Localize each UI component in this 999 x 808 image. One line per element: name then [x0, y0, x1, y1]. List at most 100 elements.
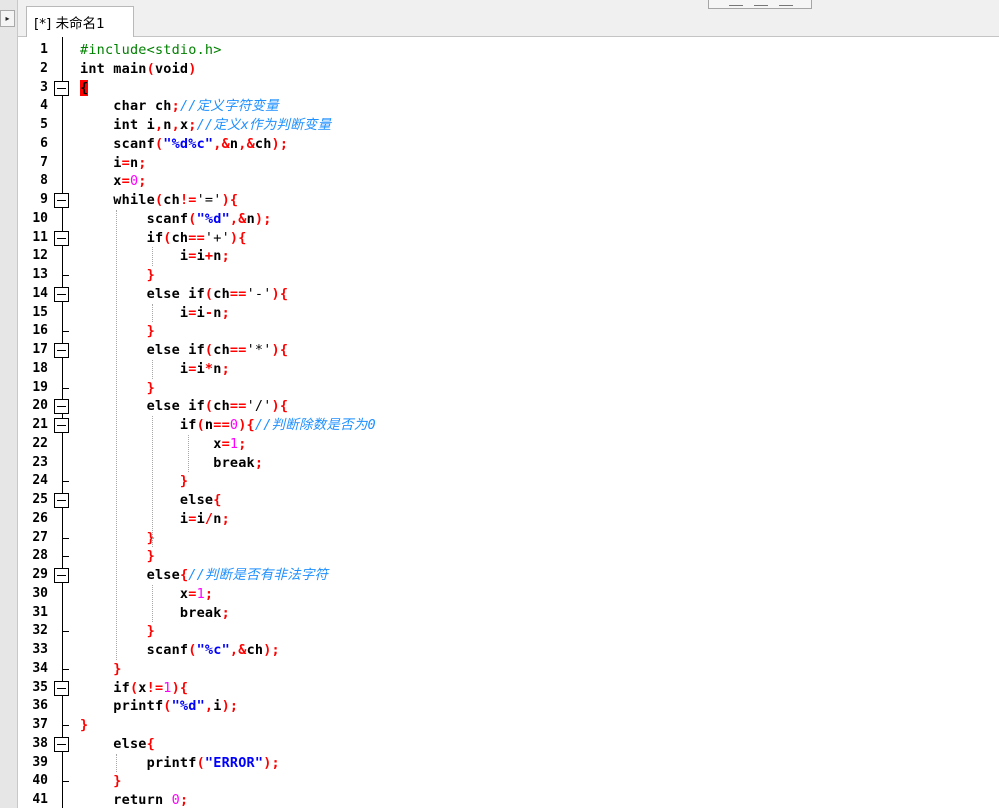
code-text[interactable]: int main(void)	[80, 60, 197, 79]
code-line[interactable]: 38 else{	[18, 735, 999, 754]
code-editor[interactable]: 1 #include<stdio.h> 2 int main(void) 3{4 cha…	[18, 37, 999, 808]
line-number: 7	[40, 154, 48, 170]
code-text[interactable]: if(n==0){//判断除数是否为0	[80, 416, 376, 435]
code-line[interactable]: 23 break;	[18, 454, 999, 473]
code-line[interactable]: 30 x=1;	[18, 585, 999, 604]
code-line[interactable]: 10 scanf("%d",&n);	[18, 210, 999, 229]
code-line[interactable]: 16 }	[18, 322, 999, 341]
code-text[interactable]: else{//判断是否有非法字符	[80, 566, 328, 585]
fold-toggle-icon[interactable]	[54, 399, 69, 415]
code-line[interactable]: 1 #include<stdio.h>	[18, 41, 999, 60]
fold-toggle-icon[interactable]	[54, 343, 69, 358]
code-text[interactable]: break;	[80, 604, 230, 623]
code-line[interactable]: 31 break;	[18, 604, 999, 623]
fold-toggle-icon[interactable]	[54, 568, 69, 583]
code-text[interactable]: char ch;//定义字符变量	[80, 97, 279, 116]
code-text[interactable]: scanf("%c",&ch);	[80, 641, 280, 660]
code-line[interactable]: 21 if(n==0){//判断除数是否为0	[18, 416, 999, 435]
code-text[interactable]: i=i/n;	[80, 510, 230, 529]
fold-toggle-icon[interactable]	[54, 230, 69, 246]
code-text[interactable]: }	[80, 622, 155, 641]
code-text[interactable]: else{	[80, 735, 155, 754]
code-text[interactable]: if(x!=1){	[80, 679, 188, 698]
code-line[interactable]: 33 scanf("%c",&ch);	[18, 641, 999, 660]
code-line[interactable]: 39 printf("ERROR");	[18, 754, 999, 773]
code-line[interactable]: 35 if(x!=1){	[18, 679, 999, 698]
code-line[interactable]: 13 }	[18, 266, 999, 285]
code-text[interactable]: }	[80, 716, 88, 735]
fold-toggle-icon[interactable]	[54, 193, 69, 208]
code-text[interactable]: else if(ch=='*'){	[80, 341, 288, 360]
code-text[interactable]: }	[80, 660, 122, 679]
code-text[interactable]: scanf("%d",&n);	[80, 210, 272, 229]
window-controls-widget[interactable]	[708, 0, 812, 9]
code-text[interactable]: printf("%d",i);	[80, 697, 238, 716]
code-line[interactable]: 8 x=0;	[18, 172, 999, 191]
code-text[interactable]: x=1;	[80, 435, 247, 454]
code-content[interactable]: 1 #include<stdio.h> 2 int main(void) 3{4 cha…	[18, 41, 999, 808]
code-line[interactable]: 19 }	[18, 379, 999, 398]
code-line[interactable]: 20 else if(ch=='/'){	[18, 397, 999, 416]
code-text[interactable]: scanf("%d%c",&n,&ch);	[80, 135, 288, 154]
code-text[interactable]: else if(ch=='-'){	[80, 285, 288, 304]
code-line[interactable]: 32 }	[18, 622, 999, 641]
code-line[interactable]: 18 i=i*n;	[18, 360, 999, 379]
code-text[interactable]: }	[80, 266, 155, 285]
code-line[interactable]: 14 else if(ch=='-'){	[18, 285, 999, 304]
code-text[interactable]: if(ch=='+'){	[80, 229, 247, 248]
fold-toggle-icon[interactable]	[54, 493, 69, 508]
close-icon	[779, 5, 793, 6]
code-text[interactable]: i=i-n;	[80, 304, 230, 323]
code-text[interactable]: {	[80, 79, 89, 98]
code-text[interactable]: return 0;	[80, 791, 188, 808]
code-text[interactable]: else{	[80, 491, 222, 510]
code-text[interactable]: x=0;	[80, 172, 147, 191]
code-text[interactable]: }	[80, 322, 155, 341]
code-line[interactable]: 27 }	[18, 529, 999, 548]
code-line[interactable]: 17 else if(ch=='*'){	[18, 341, 999, 360]
code-line[interactable]: 37}	[18, 716, 999, 735]
code-line[interactable]: 29 else{//判断是否有非法字符	[18, 566, 999, 585]
fold-toggle-icon[interactable]	[54, 418, 69, 433]
code-line[interactable]: 3{	[18, 79, 999, 98]
code-line[interactable]: 4 char ch;//定义字符变量	[18, 97, 999, 116]
code-text[interactable]: i=n;	[80, 154, 147, 173]
code-line[interactable]: 11 if(ch=='+'){	[18, 229, 999, 248]
code-line[interactable]: 22 x=1;	[18, 435, 999, 454]
code-line[interactable]: 7 i=n;	[18, 154, 999, 173]
code-line[interactable]: 15 i=i-n;	[18, 304, 999, 323]
expand-panel-button[interactable]: ▸	[0, 10, 15, 27]
code-text[interactable]: break;	[80, 454, 263, 473]
code-text[interactable]: int i,n,x;//定义x作为判断变量	[80, 116, 331, 135]
code-line[interactable]: 28 }	[18, 547, 999, 566]
tab-untitled1[interactable]: [*] 未命名1	[26, 6, 134, 37]
fold-toggle-icon[interactable]	[54, 680, 69, 696]
code-text[interactable]: else if(ch=='/'){	[80, 397, 288, 416]
code-line[interactable]: 36 printf("%d",i);	[18, 697, 999, 716]
code-line[interactable]: 2 int main(void)	[18, 60, 999, 79]
code-line[interactable]: 9 while(ch!='='){	[18, 191, 999, 210]
code-text[interactable]: #include<stdio.h>	[80, 41, 222, 60]
code-line[interactable]: 5 int i,n,x;//定义x作为判断变量	[18, 116, 999, 135]
fold-toggle-icon[interactable]	[54, 736, 69, 752]
code-line[interactable]: 25 else{	[18, 491, 999, 510]
code-line[interactable]: 40 }	[18, 772, 999, 791]
code-line[interactable]: 24 }	[18, 472, 999, 491]
code-text[interactable]: }	[80, 529, 155, 548]
code-line[interactable]: 41 return 0;	[18, 791, 999, 808]
code-text[interactable]: i=i+n;	[80, 247, 230, 266]
code-line[interactable]: 26 i=i/n;	[18, 510, 999, 529]
code-text[interactable]: while(ch!='='){	[80, 191, 238, 210]
code-text[interactable]: }	[80, 772, 122, 791]
code-text[interactable]: i=i*n;	[80, 360, 230, 379]
code-line[interactable]: 34 }	[18, 660, 999, 679]
code-line[interactable]: 6 scanf("%d%c",&n,&ch);	[18, 135, 999, 154]
fold-toggle-icon[interactable]	[54, 286, 69, 302]
code-text[interactable]: }	[80, 472, 188, 491]
code-line[interactable]: 12 i=i+n;	[18, 247, 999, 266]
code-text[interactable]: }	[80, 547, 155, 566]
code-text[interactable]: }	[80, 379, 155, 398]
code-text[interactable]: printf("ERROR");	[80, 754, 280, 773]
code-text[interactable]: x=1;	[80, 585, 213, 604]
fold-toggle-icon[interactable]	[54, 80, 69, 96]
